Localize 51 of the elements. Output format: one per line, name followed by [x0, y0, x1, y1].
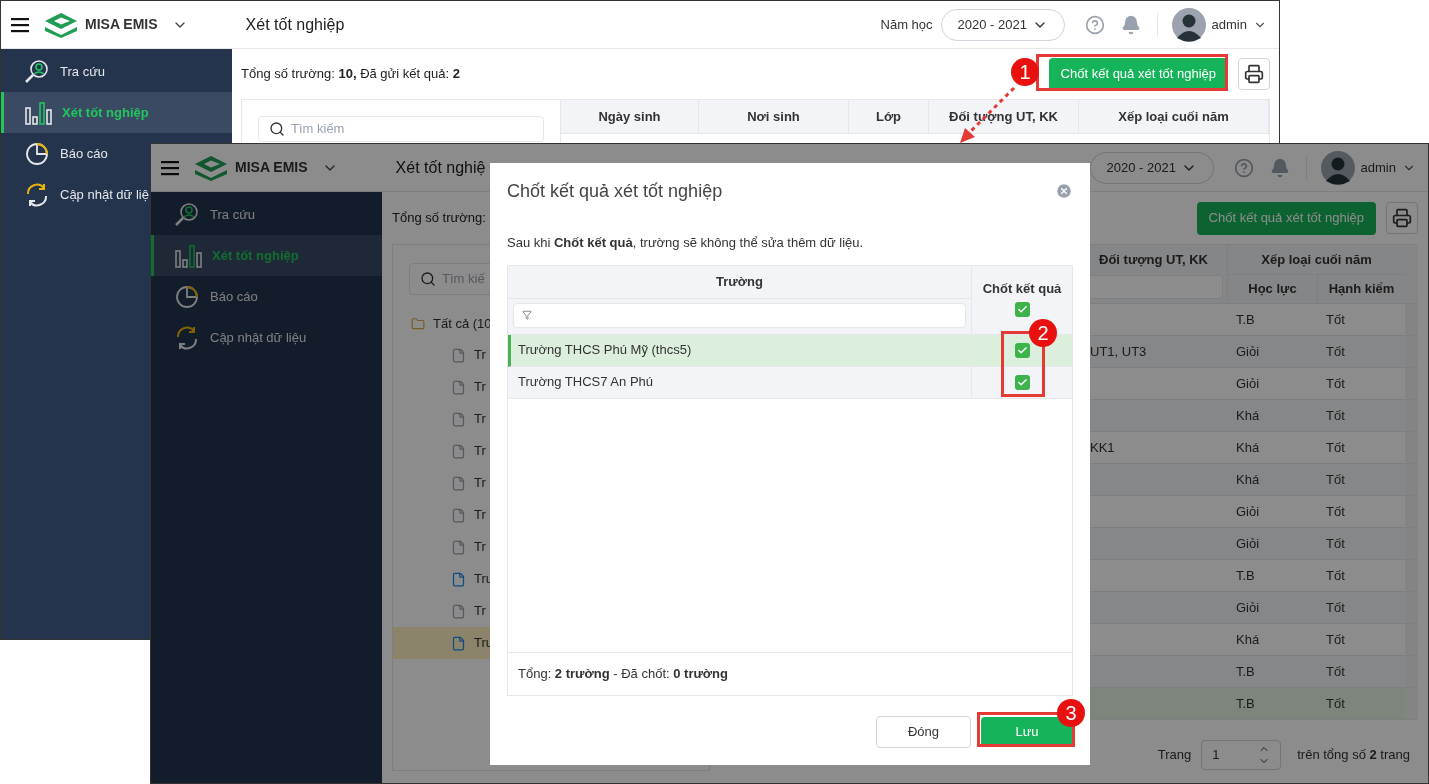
table-cell-text: Tốt — [1326, 342, 1345, 361]
table-cell-text: Giỏi — [1236, 598, 1260, 617]
table-cell-text: UT1, UT3 — [1089, 342, 1147, 361]
table-cell-text: Khá — [1236, 470, 1260, 489]
page-total: trên tổng số 2 trang — [1297, 746, 1410, 765]
dialog-footer-text: Tổng: 2 trường - Đã chốt: 0 trường — [518, 664, 728, 683]
table-cell-text: T.B — [1236, 662, 1255, 681]
page-title: Xét tốt nghiệp — [245, 14, 345, 35]
table-cell-text: Giỏi — [1236, 374, 1260, 393]
table-cell-text: Giỏi — [1236, 534, 1260, 553]
table-cell-text: Tốt — [1326, 598, 1345, 617]
summary-text: Tổng số trường: 10, Đã gửi kết quả: 2 — [241, 65, 460, 84]
table-cell-text: Tốt — [1326, 566, 1345, 585]
table-cell-text: Trường THCS Phú Mỹ (thcs5) — [518, 341, 692, 360]
column-header: Hạnh kiểm — [1327, 280, 1396, 299]
table-cell-text: KK1 — [1089, 438, 1115, 457]
dialog-title: Chốt kết quả xét tốt nghiệp — [507, 179, 723, 203]
table-cell-text: Tốt — [1326, 374, 1345, 393]
table-cell-text: Tốt — [1326, 534, 1345, 553]
page-label: Trang — [1157, 746, 1192, 765]
table-cell-text: Tốt — [1326, 630, 1345, 649]
table-cell-text: T.B — [1236, 566, 1255, 585]
column-header: Chốt kết quả — [982, 279, 1062, 298]
table-cell-text: Khá — [1236, 630, 1260, 649]
summary-text: Tổng số trường: — [392, 209, 486, 228]
column-header: Xếp loại cuối năm — [1079, 100, 1269, 133]
column-header: Lớp — [849, 100, 929, 133]
app-name: MISA EMIS — [85, 15, 158, 34]
table-cell-text: Khá — [1236, 406, 1260, 425]
table-cell-text: T.B — [1236, 694, 1255, 713]
table-cell-text: Tốt — [1326, 438, 1345, 457]
table-cell-text: Tốt — [1326, 694, 1345, 713]
table-cell-text: Tốt — [1326, 502, 1345, 521]
school-year-label: Năm học — [880, 15, 933, 34]
table-cell-text: Tốt — [1326, 310, 1345, 329]
table-cell-text: Tốt — [1326, 470, 1345, 489]
column-header: Học lực — [1228, 275, 1318, 303]
column-header: Nơi sinh — [699, 100, 849, 133]
table-cell-text: Giỏi — [1236, 502, 1260, 521]
table-cell-text: T.B — [1236, 310, 1255, 329]
table-cell-text: Tốt — [1326, 662, 1345, 681]
column-header: Trường — [508, 265, 971, 299]
page-title: Xét tốt nghiệ — [395, 157, 486, 178]
dialog-description: Sau khi Chốt kết quả, trường sẽ không thể sửa thêm dữ liệu. — [507, 234, 865, 252]
table-cell-text: Khá — [1236, 438, 1260, 457]
table-cell-text: Trường THCS7 An Phú — [518, 373, 653, 392]
table-cell-text: Tốt — [1326, 406, 1345, 425]
table-cell-text: Giỏi — [1236, 342, 1260, 361]
column-header: Ngày sinh — [561, 100, 699, 133]
column-header: Đối tượng UT, KK — [1098, 251, 1209, 270]
app-name: MISA EMIS — [235, 158, 308, 177]
